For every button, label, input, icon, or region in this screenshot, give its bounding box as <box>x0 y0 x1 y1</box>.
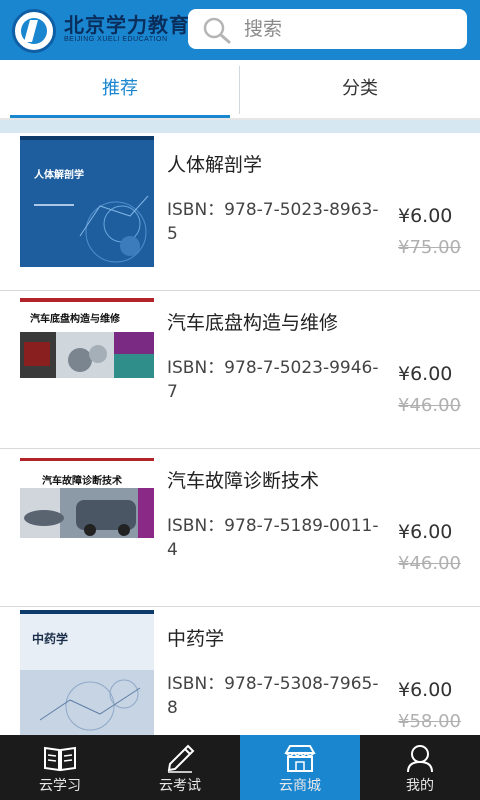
book-price: ¥6.00 <box>398 205 453 227</box>
nav-item-profile[interactable]: 我的 <box>360 735 480 800</box>
book-cover[interactable]: 汽车故障诊断技术 <box>20 452 154 583</box>
book-isbn: ISBN：978-7-5308-7965-8 <box>167 674 379 718</box>
search-input[interactable] <box>244 9 454 49</box>
nav-item-study[interactable]: 云学习 <box>0 735 120 800</box>
list-item[interactable]: 中药学 中药学 ISBN：978-7-5308-7965-8 ¥6.00 ¥58… <box>0 607 480 735</box>
book-cover[interactable]: 汽车底盘构造与维修 <box>20 294 154 425</box>
tab-category[interactable]: 分类 <box>240 60 480 120</box>
search-box[interactable] <box>188 9 467 49</box>
book-icon <box>44 746 76 772</box>
brand-name: 北京学力教育 <box>64 13 190 37</box>
tab-divider <box>239 66 240 114</box>
book-isbn: ISBN：978-7-5023-8963-5 <box>167 200 379 244</box>
app-header: 北京学力教育 BEIJING XUELI EDUCATION <box>0 0 480 60</box>
store-icon <box>284 745 316 772</box>
nav-item-store[interactable]: 云商城 <box>240 735 360 800</box>
nav-label: 云学习 <box>39 778 81 794</box>
nav-label: 云商城 <box>279 778 321 794</box>
list-top-strip <box>0 120 480 133</box>
cover-title: 人体解剖学 <box>34 170 84 181</box>
brand: 北京学力教育 BEIJING XUELI EDUCATION <box>64 14 190 43</box>
tab-recommend[interactable]: 推荐 <box>0 60 240 120</box>
book-title[interactable]: 汽车故障诊断技术 <box>167 466 319 493</box>
book-title[interactable]: 人体解剖学 <box>167 150 262 177</box>
nav-label: 我的 <box>406 778 434 794</box>
book-cover[interactable]: 人体解剖学 <box>20 136 154 267</box>
cover-title: 汽车故障诊断技术 <box>42 476 122 487</box>
book-price: ¥6.00 <box>398 679 453 701</box>
book-cover[interactable]: 中药学 <box>20 610 154 735</box>
book-title[interactable]: 汽车底盘构造与维修 <box>167 308 338 335</box>
list-item[interactable]: 人体解剖学 人体解剖学 ISBN：978-7-5023-8963-5 ¥6.00… <box>0 133 480 291</box>
tab-bar: 推荐 分类 <box>0 60 480 120</box>
book-isbn: ISBN：978-7-5189-0011-4 <box>167 516 379 560</box>
book-isbn: ISBN：978-7-5023-9946-7 <box>167 358 379 402</box>
book-price: ¥6.00 <box>398 363 453 385</box>
book-title[interactable]: 中药学 <box>167 624 224 651</box>
book-original-price: ¥46.00 <box>398 395 461 416</box>
book-original-price: ¥46.00 <box>398 553 461 574</box>
logo-icon <box>12 9 56 53</box>
nav-item-exam[interactable]: 云考试 <box>120 735 240 800</box>
list-item[interactable]: 汽车底盘构造与维修 汽车底盘构造与维修 ISBN：978-7-5023-9946… <box>0 291 480 449</box>
bottom-nav: 云学习 云考试 云商城 我的 <box>0 735 480 800</box>
book-original-price: ¥58.00 <box>398 711 461 732</box>
cover-title: 中药学 <box>32 632 69 646</box>
cover-title: 汽车底盘构造与维修 <box>30 314 120 325</box>
list-item[interactable]: 汽车故障诊断技术 汽车故障诊断技术 ISBN：978-7-5189-0011-4… <box>0 449 480 607</box>
book-list[interactable]: 人体解剖学 人体解剖学 ISBN：978-7-5023-8963-5 ¥6.00… <box>0 133 480 735</box>
user-icon <box>407 745 433 773</box>
brand-subtitle: BEIJING XUELI EDUCATION <box>64 36 168 43</box>
book-original-price: ¥75.00 <box>398 237 461 258</box>
pen-icon <box>167 744 195 773</box>
book-price: ¥6.00 <box>398 521 453 543</box>
search-icon <box>203 17 231 44</box>
nav-label: 云考试 <box>159 778 201 794</box>
